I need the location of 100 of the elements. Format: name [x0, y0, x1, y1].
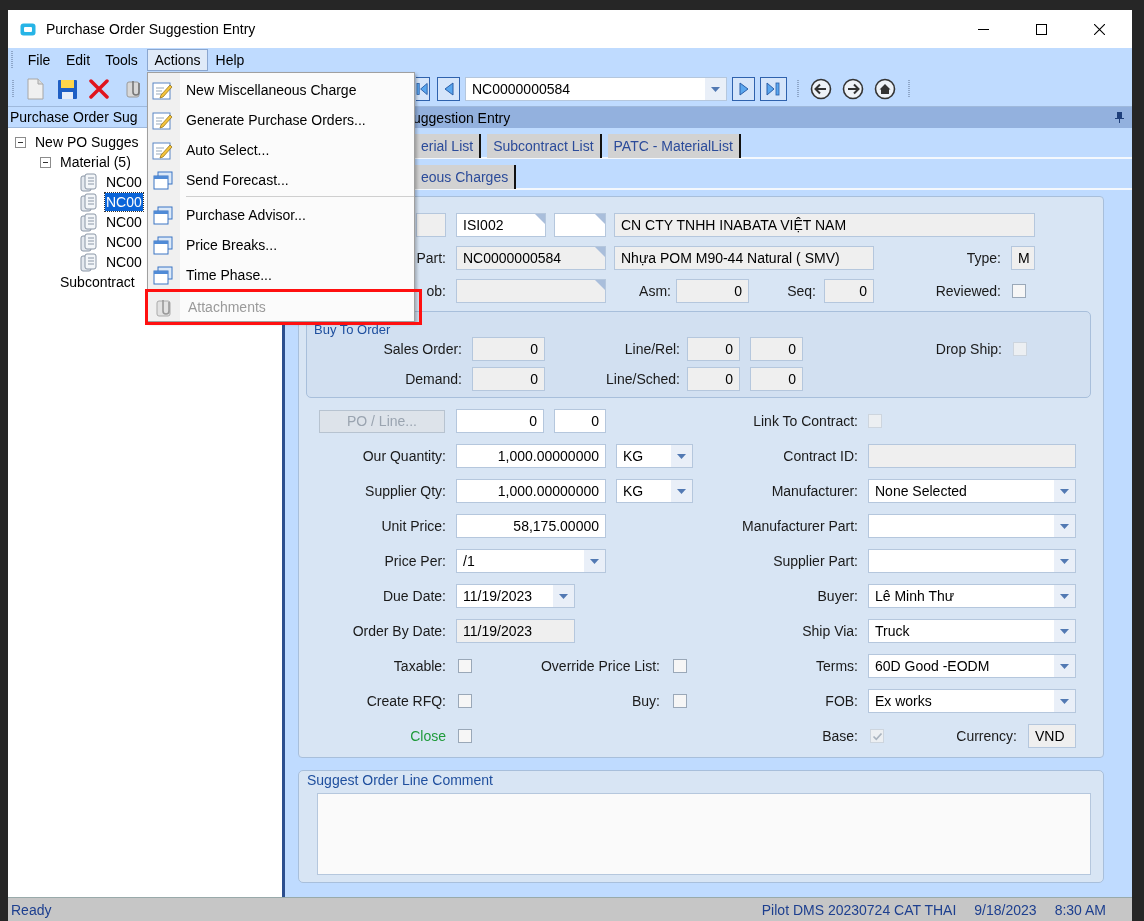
collapse-icon[interactable]: [40, 156, 51, 168]
input-field[interactable]: 1,000.00000000: [456, 444, 606, 468]
status-text: 8:30 AM: [1054, 901, 1106, 918]
menu-item[interactable]: Price Breaks...: [148, 230, 414, 260]
comment-box[interactable]: [317, 793, 1091, 875]
dropdown[interactable]: Lê Minh Thư: [868, 584, 1076, 608]
field-label: FOB:: [825, 693, 858, 709]
checkbox[interactable]: [1012, 284, 1026, 298]
skip-forward-icon: [765, 82, 782, 96]
next-button[interactable]: [732, 77, 755, 101]
status-text: 9/18/2023: [974, 901, 1037, 918]
document-stack-icon: [80, 172, 98, 192]
menu-item[interactable]: Actions: [147, 49, 208, 71]
field-label: Override Price List:: [540, 658, 660, 674]
dropdown[interactable]: Ex works: [868, 689, 1076, 713]
dropdown[interactable]: KG: [616, 444, 693, 468]
last-record-button[interactable]: [760, 77, 787, 101]
checkbox[interactable]: [673, 659, 687, 673]
field-label: Supplier Qty:: [365, 483, 446, 499]
collapse-icon[interactable]: [15, 136, 26, 148]
dropdown[interactable]: /1: [456, 549, 606, 573]
checkbox[interactable]: [458, 729, 472, 743]
field-label: Line/Sched:: [606, 371, 680, 387]
window-icon: [152, 235, 174, 256]
checkbox[interactable]: [458, 659, 472, 673]
document-stack-icon: [80, 252, 98, 272]
field-label: Base:: [822, 728, 858, 744]
input-field[interactable]: 1,000.00000000: [456, 479, 606, 503]
tab[interactable]: eous Charges: [415, 165, 517, 189]
group-title: Suggest Order Line Comment: [307, 772, 493, 788]
input-field[interactable]: 0: [554, 409, 606, 433]
checkbox[interactable]: [673, 694, 687, 708]
panel-title: Purchase Order Sug: [10, 109, 138, 125]
input-field[interactable]: 58,175.00000: [456, 514, 606, 538]
group-title: Buy To Order: [314, 323, 391, 337]
field-label: Demand:: [405, 371, 462, 387]
menu-item[interactable]: Edit: [58, 49, 98, 71]
toolbar-grip: [12, 80, 15, 98]
field-label: Drop Ship:: [935, 341, 1002, 357]
menu-item[interactable]: File: [20, 49, 58, 71]
first-record-button[interactable]: [416, 77, 430, 101]
window-title: Purchase Order Suggestion Entry: [46, 21, 256, 37]
tree-item[interactable]: NC00: [105, 193, 143, 211]
dropdown[interactable]: 60D Good -EODM: [868, 654, 1076, 678]
tab[interactable]: Subcontract List: [487, 134, 602, 158]
edit-icon: [152, 140, 174, 161]
tree-item[interactable]: NC00: [105, 213, 143, 231]
field-label: ob:: [426, 283, 446, 299]
home-icon[interactable]: [874, 78, 896, 100]
field-label: Currency:: [956, 728, 1017, 744]
field-label: Unit Price:: [381, 518, 446, 534]
pin-icon[interactable]: [1115, 112, 1124, 123]
next-icon: [737, 82, 750, 96]
field-label: Line/Rel:: [624, 341, 680, 357]
new-document-icon[interactable]: [25, 78, 45, 100]
tree-item[interactable]: NC00: [105, 173, 143, 191]
menu-item[interactable]: Send Forecast...: [148, 165, 414, 195]
tab[interactable]: erial List: [415, 134, 482, 158]
dropdown[interactable]: Truck: [868, 619, 1076, 643]
dropdown[interactable]: 11/19/2023: [456, 584, 575, 608]
dropdown[interactable]: [868, 514, 1076, 538]
field-label: Seq:: [787, 283, 816, 299]
skip-back-icon: [416, 82, 429, 96]
dropdown[interactable]: None Selected: [868, 479, 1076, 503]
delete-icon[interactable]: [88, 79, 110, 99]
document-stack-icon: [80, 232, 98, 252]
menu-item[interactable]: Purchase Advisor...: [148, 200, 414, 230]
previous-button[interactable]: [437, 77, 460, 101]
toolbar-grip: [908, 80, 911, 98]
menu-item[interactable]: Time Phase...: [148, 260, 414, 290]
tree-item[interactable]: NC00: [105, 253, 143, 271]
close-icon: [1093, 23, 1105, 35]
tree-item[interactable]: Subcontract: [59, 273, 136, 291]
minimize-icon: [977, 28, 989, 30]
dropdown[interactable]: NC0000000584: [465, 77, 727, 101]
checkbox[interactable]: [458, 694, 472, 708]
tree-item[interactable]: NC00: [105, 233, 143, 251]
save-icon[interactable]: [57, 78, 78, 100]
app-icon: [20, 22, 36, 36]
field-label: Order By Date:: [352, 623, 446, 639]
tab[interactable]: PATC - MaterialList: [607, 134, 741, 158]
input-field[interactable]: ISI002: [456, 213, 546, 237]
menu-item[interactable]: New Miscellaneous Charge: [148, 75, 414, 105]
dropdown[interactable]: [868, 549, 1076, 573]
input-field[interactable]: [554, 213, 606, 237]
dropdown[interactable]: KG: [616, 479, 693, 503]
input-field[interactable]: 0: [456, 409, 544, 433]
menu-item[interactable]: Auto Select...: [148, 135, 414, 165]
menu-item[interactable]: Help: [208, 49, 252, 71]
field-label: Contract ID:: [783, 448, 858, 464]
menu-item[interactable]: Tools: [98, 49, 145, 71]
tree-item[interactable]: Material (5): [59, 153, 132, 171]
field-label: Supplier Part:: [773, 553, 858, 569]
field-label: Sales Order:: [383, 341, 462, 357]
field-label: Taxable:: [393, 658, 446, 674]
status-text: Ready: [11, 901, 52, 918]
back-icon[interactable]: [810, 78, 832, 100]
tree-item[interactable]: New PO Sugges: [34, 133, 140, 151]
forward-icon[interactable]: [842, 78, 864, 100]
menu-item[interactable]: Generate Purchase Orders...: [148, 105, 414, 135]
